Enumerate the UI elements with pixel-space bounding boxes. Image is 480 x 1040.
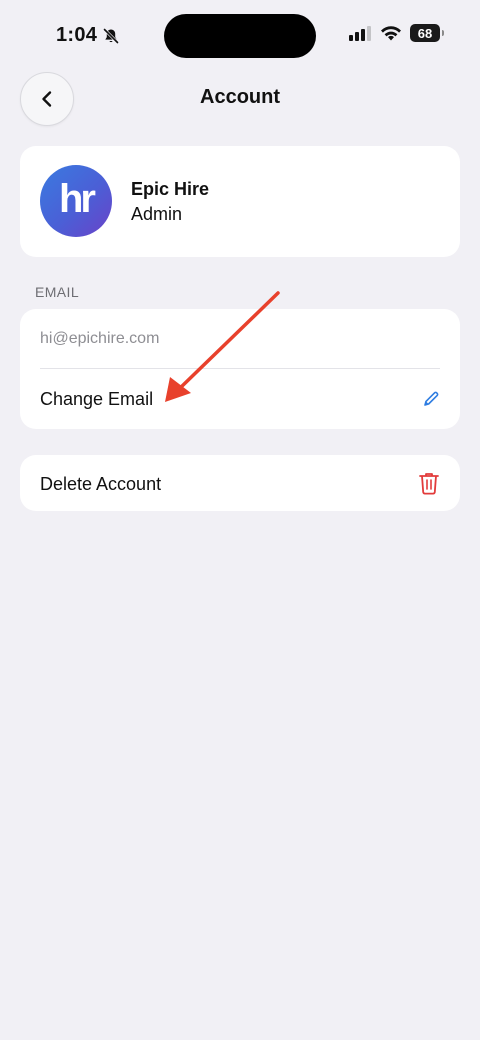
battery-level: 68 — [417, 25, 433, 41]
page-title: Account — [200, 86, 280, 108]
trash-icon[interactable] — [418, 471, 440, 495]
email-section-label: EMAIL — [35, 284, 80, 300]
epic-hire-logo: hr — [59, 176, 96, 221]
email-value: hi@epichire.com — [40, 330, 160, 347]
cellular-signal-icon — [349, 26, 371, 41]
email-card: hi@epichire.com Change Email — [20, 309, 460, 429]
battery-icon: 68 — [410, 24, 444, 42]
status-indicators: 68 — [348, 24, 444, 42]
dynamic-island — [164, 14, 316, 58]
status-bar: 1:04 68 — [0, 0, 480, 70]
avatar: hr — [40, 165, 112, 237]
bell-slash-icon — [103, 27, 119, 44]
account-screen: 1:04 68 Account hr Epic Hire Admin EMAIL… — [0, 0, 480, 1040]
pencil-icon[interactable] — [422, 390, 440, 408]
change-email-row[interactable]: Change Email — [20, 369, 460, 429]
profile-name: Epic Hire — [131, 179, 210, 199]
profile-card: hr Epic Hire Admin — [20, 146, 460, 257]
change-email-label: Change Email — [40, 389, 154, 409]
status-time: 1:04 — [56, 24, 120, 47]
profile-role: Admin — [131, 204, 183, 224]
delete-account-row[interactable]: Delete Account — [20, 455, 460, 511]
delete-account-label: Delete Account — [40, 474, 162, 494]
wifi-icon — [381, 26, 401, 41]
time-text: 1:04 — [56, 24, 98, 46]
